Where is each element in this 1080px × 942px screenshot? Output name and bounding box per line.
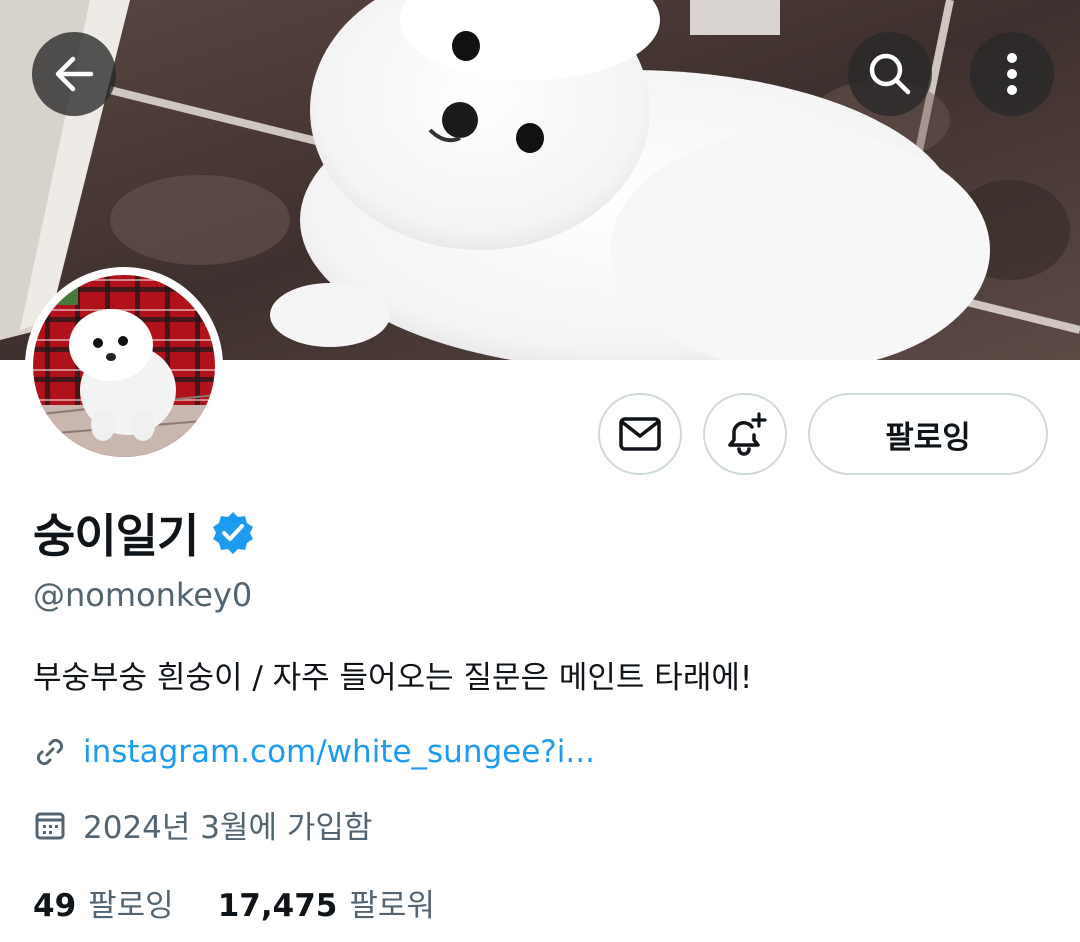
search-button[interactable]	[848, 32, 932, 116]
followers-stat[interactable]: 17,475 팔로워	[218, 880, 435, 925]
profile-link[interactable]: instagram.com/white_sungee?i...	[83, 734, 595, 770]
name-row: 숭이일기	[33, 500, 256, 566]
followers-label: 팔로워	[349, 888, 435, 924]
avatar-image	[33, 275, 215, 457]
followers-count: 17,475	[217, 888, 338, 924]
verified-badge-icon[interactable]	[210, 510, 256, 556]
following-count: 49	[33, 888, 77, 924]
calendar-icon	[35, 812, 65, 839]
profile-stats: 49 팔로잉 17,475 팔로워	[33, 880, 435, 925]
arrow-left-icon	[55, 56, 94, 92]
joined-row: 2024년 3월에 가입함	[33, 802, 372, 847]
following-stat[interactable]: 49 팔로잉	[33, 880, 174, 925]
display-name: 숭이일기	[33, 509, 199, 563]
link-icon	[36, 738, 64, 766]
notify-button[interactable]	[703, 393, 787, 475]
back-button[interactable]	[32, 32, 116, 116]
profile-link-row: instagram.com/white_sungee?i...	[33, 734, 595, 770]
avatar[interactable]	[25, 267, 223, 465]
bell-plus-icon	[728, 412, 767, 456]
mail-icon	[619, 417, 661, 451]
profile-bio: 부숭부숭 흰숭이 / 자주 들어오는 질문은 메인트 타래에!	[33, 660, 753, 696]
message-button[interactable]	[598, 393, 682, 475]
profile-handle: @nomonkey0	[33, 576, 253, 614]
search-icon	[869, 53, 911, 95]
following-button[interactable]: 팔로잉	[808, 393, 1048, 475]
following-label: 팔로잉	[88, 888, 174, 924]
more-vertical-icon	[1007, 53, 1017, 95]
joined-date: 2024년 3월에 가입함	[83, 810, 373, 846]
more-button[interactable]	[970, 32, 1054, 116]
